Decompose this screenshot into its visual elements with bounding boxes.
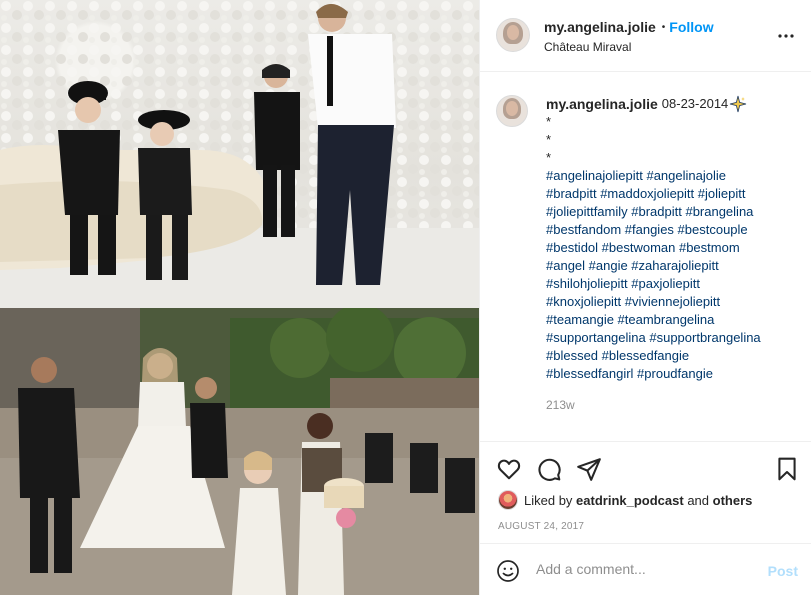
likes-and: and <box>683 492 713 508</box>
photo-wedding-courtyard <box>0 308 479 595</box>
more-options-icon[interactable] <box>776 26 796 46</box>
avatar-face <box>506 101 518 116</box>
hashtag-line[interactable]: #bestidol #bestwoman #bestmom <box>546 239 796 257</box>
caption-text: my.angelina.jolie 08-23-2014 * * * #ange… <box>546 95 796 383</box>
header-title-row: my.angelina.jolie • Follow <box>544 19 714 35</box>
instagram-post: my.angelina.jolie • Follow Château Mirav… <box>0 0 811 595</box>
post-media[interactable] <box>0 0 479 595</box>
likes-summary: Liked by eatdrink_podcast and others <box>498 490 752 510</box>
hashtag-line[interactable]: #angelinajoliepitt #angelinajolie <box>546 167 796 185</box>
photo-wedding-courtyard-illustration <box>0 308 479 595</box>
hashtag-line[interactable]: #teamangie #teambrangelina <box>546 311 796 329</box>
comment-bar: Post <box>480 543 811 595</box>
header-separator: • <box>661 21 666 33</box>
hashtag-line[interactable]: #bestfandom #fangies #bestcouple <box>546 221 796 239</box>
liker-username[interactable]: eatdrink_podcast <box>576 493 684 508</box>
hashtag-line[interactable]: #blessed #blessedfangie <box>546 347 796 365</box>
follow-button[interactable]: Follow <box>669 19 713 35</box>
caption-time-ago[interactable]: 213w <box>546 398 575 412</box>
hashtag-line[interactable]: #joliepittfamily #bradpitt #brangelina <box>546 203 796 221</box>
comment-input[interactable] <box>536 558 756 580</box>
hashtag-line[interactable]: #blessedfangirl #proudfangie <box>546 365 796 383</box>
emoji-icon[interactable] <box>496 559 520 583</box>
caption-star-line: * <box>546 114 552 129</box>
header-username[interactable]: my.angelina.jolie <box>544 19 656 35</box>
likes-others-link[interactable]: others <box>713 493 753 508</box>
hashtag-line[interactable]: #bradpitt #maddoxjoliepitt #joliepitt <box>546 185 796 203</box>
caption-star-line: * <box>546 132 552 147</box>
caption-username[interactable]: my.angelina.jolie <box>546 95 658 113</box>
post-location[interactable]: Château Miraval <box>544 40 631 54</box>
hashtag-line[interactable]: #supportangelina #supportbrangelina <box>546 329 796 347</box>
share-icon[interactable] <box>576 456 602 482</box>
sparkle-emoji-icon <box>730 95 747 113</box>
author-avatar[interactable] <box>496 18 530 52</box>
photo-boys-in-suits <box>0 0 479 308</box>
post-date[interactable]: AUGUST 24, 2017 <box>498 521 584 532</box>
caption-first-line: my.angelina.jolie 08-23-2014 <box>546 95 796 113</box>
comment-icon[interactable] <box>536 456 562 482</box>
post-comment-button[interactable]: Post <box>768 563 798 579</box>
heart-icon[interactable] <box>496 456 522 482</box>
hashtag-line[interactable]: #knoxjoliepitt #viviennejoliepitt <box>546 293 796 311</box>
caption-author-avatar[interactable] <box>496 95 528 127</box>
caption-area: my.angelina.jolie 08-23-2014 * * * #ange… <box>480 73 811 438</box>
hashtag-line[interactable]: #shilohjoliepitt #paxjoliepitt <box>546 275 796 293</box>
post-actions: Liked by eatdrink_podcast and others AUG… <box>480 441 811 543</box>
caption-date: 08-23-2014 <box>661 96 729 111</box>
post-side-panel: my.angelina.jolie • Follow Château Mirav… <box>479 0 811 595</box>
bookmark-icon[interactable] <box>774 456 800 482</box>
photo-boys-in-suits-illustration <box>0 0 479 308</box>
caption-star-line: * <box>546 150 552 165</box>
post-header: my.angelina.jolie • Follow Château Mirav… <box>480 0 811 72</box>
hashtag-line[interactable]: #angel #angie #zaharajoliepitt <box>546 257 796 275</box>
liker-avatar[interactable] <box>498 490 518 510</box>
likes-prefix: Liked by <box>524 492 577 508</box>
